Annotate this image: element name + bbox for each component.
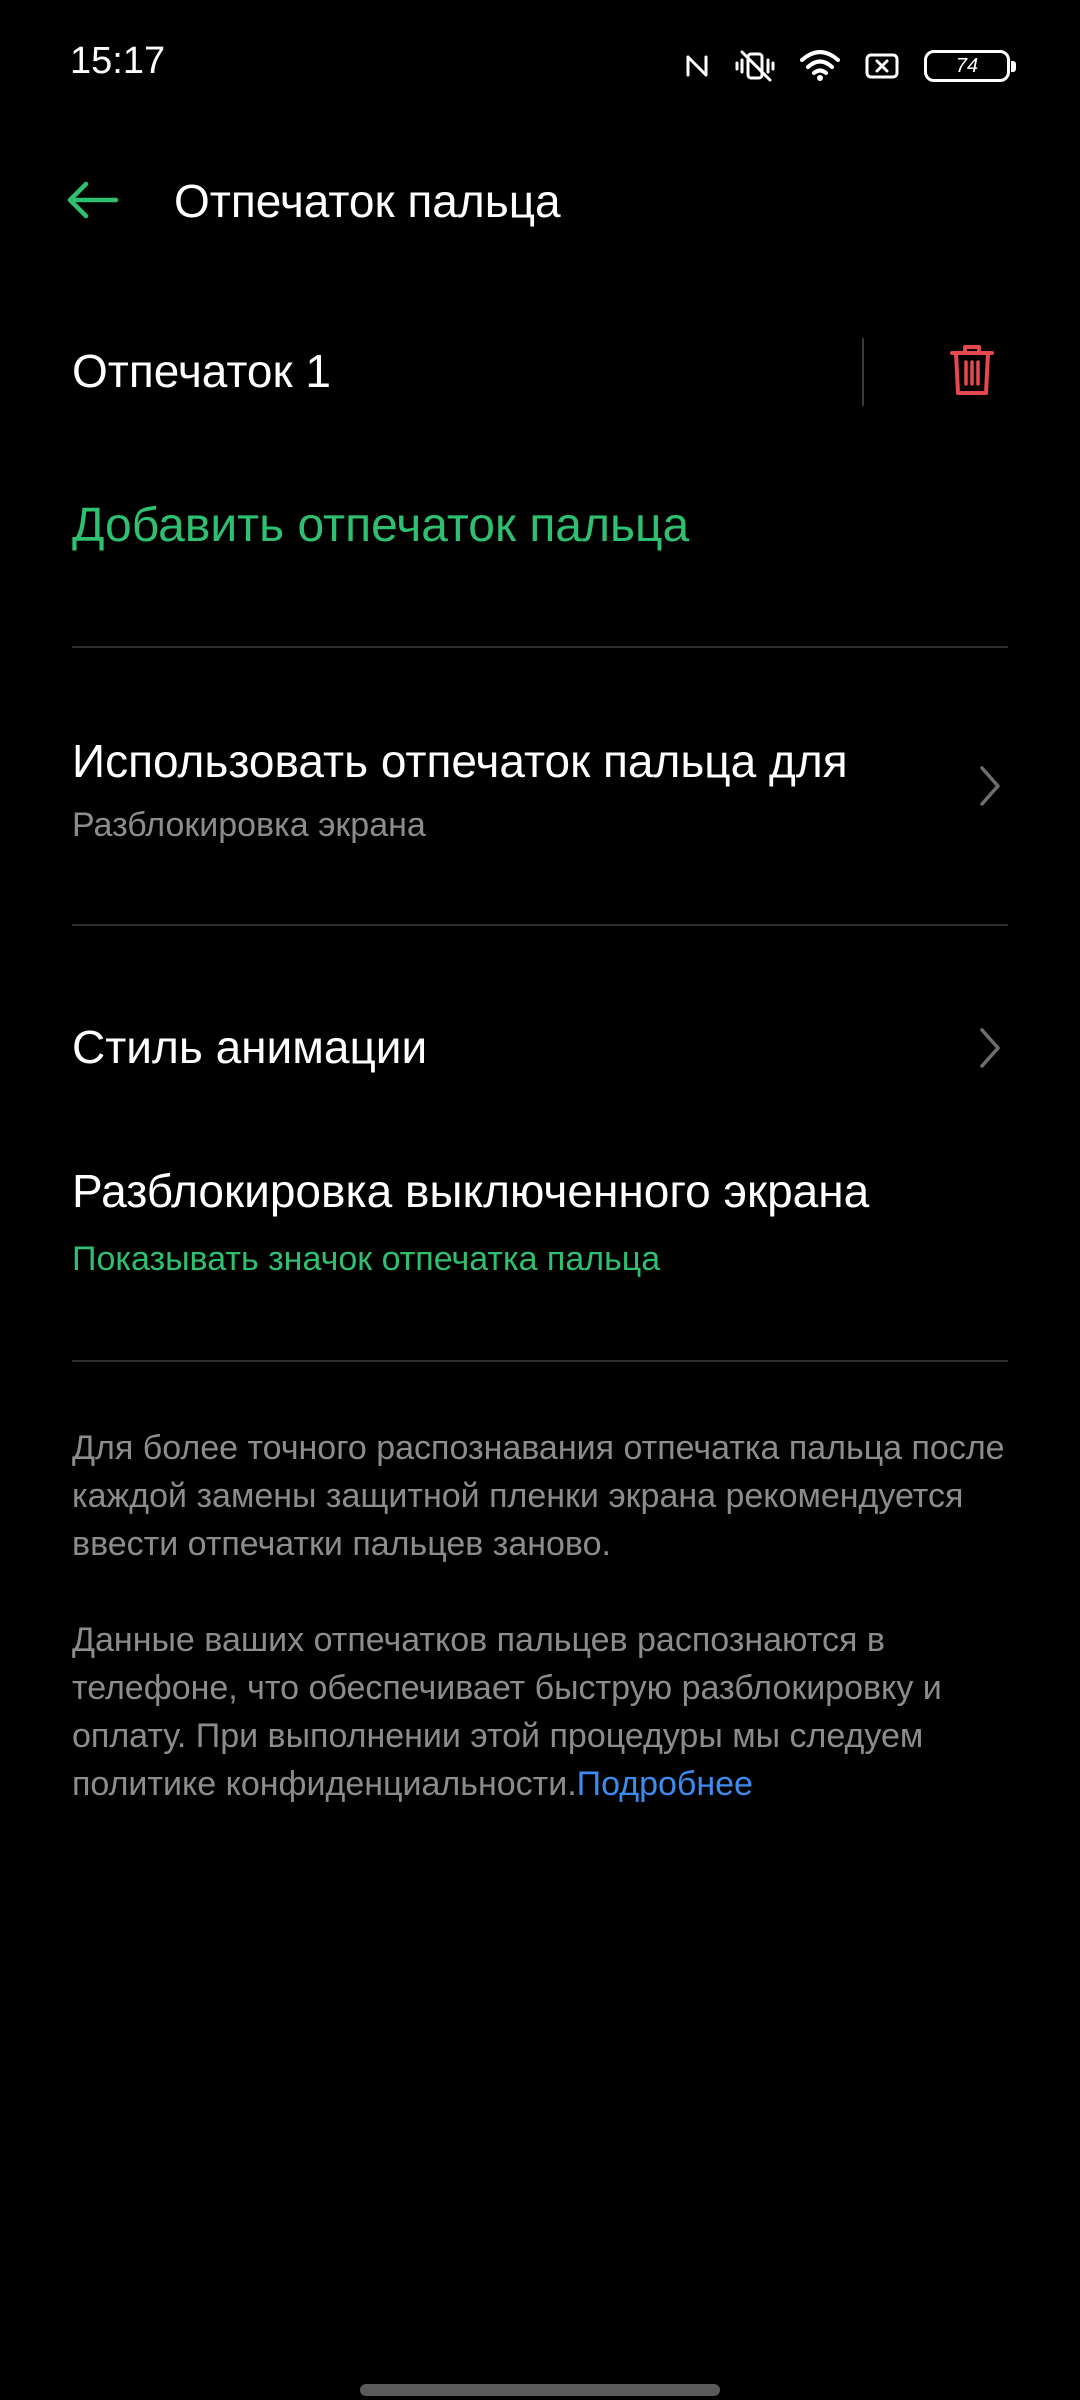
menu-item-use-fingerprint-for[interactable]: Использовать отпечаток пальца для Разбло…	[0, 720, 1080, 880]
status-time: 15:17	[70, 40, 166, 82]
menu-item-subtitle: Разблокировка экрана	[72, 806, 426, 844]
info-privacy-text: Данные ваших отпечатков пальцев распозна…	[72, 1621, 942, 1803]
chevron-right-icon	[972, 1024, 1008, 1072]
menu-item-title: Использовать отпечаток пальца для	[72, 735, 848, 787]
trash-icon	[950, 344, 994, 401]
menu-item-screen-off-unlock[interactable]: Разблокировка выключенного экрана Показы…	[0, 1150, 1080, 1300]
page-title: Отпечаток пальца	[174, 175, 561, 227]
nfc-icon	[684, 51, 710, 81]
status-icons: 74	[684, 44, 1016, 88]
menu-item-subtitle: Показывать значок отпечатка пальца	[72, 1240, 661, 1278]
vertical-divider	[862, 338, 864, 406]
menu-item-title: Разблокировка выключенного экрана	[72, 1165, 870, 1217]
header: Отпечаток пальца	[0, 150, 1080, 250]
home-indicator[interactable]	[360, 2384, 720, 2396]
chevron-right-icon	[972, 762, 1008, 810]
battery-level: 74	[955, 54, 979, 77]
menu-item-animation-style[interactable]: Стиль анимации	[0, 1000, 1080, 1100]
fingerprint-item[interactable]: Отпечаток 1	[0, 320, 1080, 430]
info-paragraph-protective-film: Для более точного распознавания отпечатк…	[72, 1429, 1005, 1563]
fingerprint-label: Отпечаток 1	[72, 345, 331, 397]
vibrate-silent-icon	[734, 50, 776, 82]
section-divider	[72, 646, 1008, 648]
status-bar: 15:17 74	[0, 0, 1080, 130]
section-divider	[72, 924, 1008, 926]
delete-fingerprint-button[interactable]	[940, 340, 1004, 404]
section-divider	[72, 1360, 1008, 1362]
wifi-icon	[800, 50, 840, 82]
menu-item-title: Стиль анимации	[72, 1021, 428, 1073]
back-button[interactable]	[60, 170, 124, 234]
learn-more-link[interactable]: Подробнее	[577, 1765, 753, 1803]
add-fingerprint-button[interactable]: Добавить отпечаток пальца	[72, 498, 689, 553]
arrow-left-icon	[64, 180, 120, 225]
battery-icon: 74	[924, 50, 1016, 82]
info-paragraph-privacy: Данные ваших отпечатков пальцев распозна…	[72, 1616, 1012, 1808]
screen-record-icon	[864, 51, 900, 81]
